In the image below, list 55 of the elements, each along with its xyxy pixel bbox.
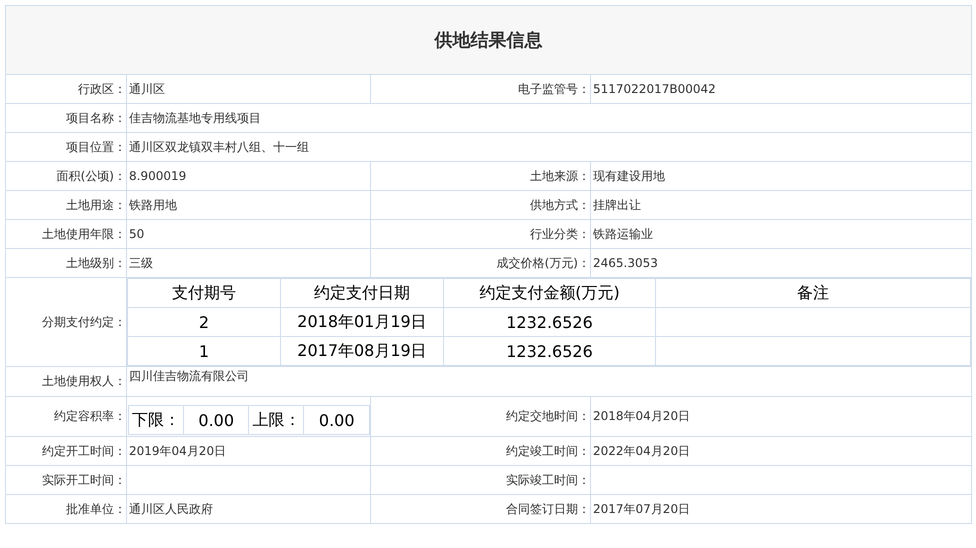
field-label: 成交价格(万元)：	[496, 256, 590, 270]
field-label: 约定容积率：	[54, 409, 126, 423]
field-label: 合同签订日期：	[506, 502, 590, 516]
field-label: 供地方式：	[530, 198, 590, 212]
field-value: 2017年07月20日	[593, 502, 690, 516]
field-value: 三级	[129, 256, 153, 270]
field-value: 佳吉物流基地专用线项目	[129, 110, 261, 124]
table-cell: 2017年08月19日	[297, 340, 427, 360]
field-label: 面积(公顷)：	[56, 168, 126, 182]
table-cell: 1232.6526	[506, 342, 593, 360]
field-label: 批准单位：	[66, 502, 126, 516]
field-value: 5117022017B00042	[593, 82, 716, 96]
field-value: 0.00	[198, 410, 234, 430]
field-label: 行业分类：	[530, 226, 590, 240]
field-value: 通川区双龙镇双丰村八组、十一组	[129, 140, 309, 154]
page-title: 供地结果信息	[434, 30, 542, 51]
column-header: 约定支付日期	[314, 282, 410, 302]
table-cell: 1	[198, 342, 210, 360]
field-label: 电子监管号：	[518, 82, 590, 96]
table-cell: 2	[198, 312, 210, 332]
table-cell: 1232.6526	[506, 312, 593, 332]
field-label: 约定开工时间：	[42, 444, 126, 458]
field-value: 通川区人民政府	[129, 502, 213, 516]
field-label: 土地使用权人：	[42, 374, 126, 388]
field-label: 上限：	[252, 410, 300, 428]
field-label: 土地来源：	[530, 168, 590, 182]
field-label: 项目名称：	[66, 110, 126, 124]
field-label: 下限：	[132, 410, 180, 428]
field-value: 50	[129, 227, 144, 241]
column-header: 支付期号	[172, 282, 236, 302]
field-value: 2465.3053	[593, 256, 658, 270]
field-label: 约定交地时间：	[506, 409, 590, 423]
table-cell: 2018年01月19日	[297, 312, 427, 330]
field-value: 现有建设用地	[593, 168, 665, 182]
field-value: 2022年04月20日	[593, 444, 690, 458]
field-label: 实际竣工时间：	[506, 472, 590, 486]
field-value: 8.900019	[129, 169, 186, 183]
field-label: 土地使用年限：	[42, 226, 126, 240]
field-value: 挂牌出让	[593, 198, 641, 212]
field-label: 土地级别：	[66, 256, 126, 270]
field-value: 四川佳吉物流有限公司	[129, 369, 249, 383]
column-header: 备注	[797, 282, 829, 302]
field-label: 分期支付约定：	[42, 314, 126, 328]
field-label: 实际开工时间：	[42, 472, 126, 486]
field-value: 0.00	[318, 410, 355, 430]
field-label: 约定竣工时间：	[506, 444, 590, 458]
field-value: 通川区	[129, 82, 165, 96]
field-value: 2018年04月20日	[593, 409, 690, 423]
column-header: 约定支付金额(万元)	[479, 282, 620, 302]
field-label: 土地用途：	[66, 198, 126, 212]
field-label: 项目位置：	[66, 140, 126, 154]
field-value: 铁路用地	[129, 198, 177, 212]
field-value: 铁路运输业	[593, 226, 653, 240]
field-value: 2019年04月20日	[129, 444, 226, 458]
field-label: 行政区：	[78, 82, 126, 96]
